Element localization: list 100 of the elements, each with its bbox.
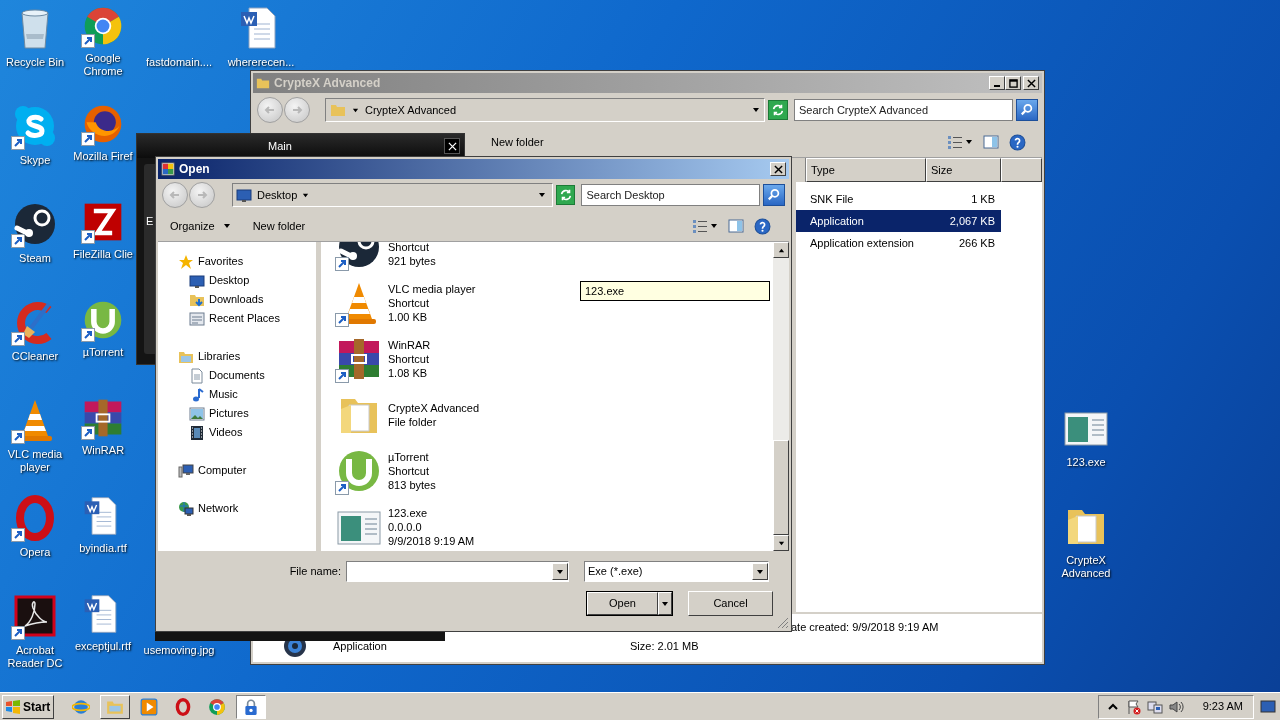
search-button[interactable] [763, 184, 785, 206]
caret-icon[interactable] [537, 191, 546, 199]
file-name[interactable]: µTorrent [388, 450, 436, 464]
toolbar-button[interactable]: New folder [246, 214, 312, 238]
help-icon[interactable] [1009, 133, 1026, 151]
file-name[interactable]: VLC media player [388, 282, 476, 296]
caret-icon[interactable] [965, 138, 973, 146]
icon-label[interactable]: CCleaner [11, 350, 59, 363]
scroll-up-button[interactable] [773, 242, 789, 258]
resize-grip-icon[interactable] [777, 617, 789, 629]
split-dropdown-button[interactable] [658, 592, 672, 615]
icon-label[interactable]: Opera [19, 546, 51, 559]
speaker-icon[interactable] [1167, 698, 1184, 715]
file-name-field[interactable] [346, 561, 569, 582]
nav-item[interactable]: Desktop [178, 271, 316, 290]
icon-label[interactable]: µTorrent [82, 346, 124, 359]
icon-label[interactable]: byindia.rtf [79, 542, 127, 555]
minimize-icon [994, 85, 1000, 87]
icon-label[interactable]: fastdomain.... [145, 56, 212, 69]
icon-label[interactable]: WinRAR [81, 444, 125, 457]
side-panel[interactable]: E [144, 164, 156, 354]
dropdown-button[interactable] [552, 563, 568, 580]
maximize-button[interactable] [1005, 76, 1021, 90]
cancel-button[interactable]: Cancel [688, 591, 773, 616]
scrollbar-thumb[interactable] [773, 440, 789, 535]
caret-icon[interactable] [222, 222, 231, 230]
scrollbar-track[interactable] [773, 242, 789, 551]
icon-label[interactable]: usemoving.jpg [143, 644, 215, 657]
view-options-icon[interactable] [692, 218, 708, 234]
address-bar[interactable]: Desktop [232, 183, 553, 207]
icon-label[interactable]: FileZilla Clie [73, 248, 133, 261]
file-name[interactable]: CrypteX Advanced [388, 401, 480, 415]
nav-item[interactable]: Computer [178, 461, 316, 480]
start-button[interactable]: Start [2, 694, 54, 719]
caret-icon[interactable] [661, 599, 669, 608]
nav-item[interactable]: Downloads [178, 290, 316, 309]
column-header[interactable]: Size [926, 158, 1001, 182]
icon-label[interactable]: Skype [19, 154, 51, 167]
caret-icon[interactable] [352, 106, 359, 114]
nav-item[interactable]: Videos [178, 423, 316, 442]
row-type: Application [810, 213, 865, 229]
caret-icon[interactable] [752, 106, 761, 114]
file-detail: Shortcut [388, 296, 430, 310]
nav-item[interactable]: Pictures [178, 404, 316, 423]
file-type-dropdown[interactable]: Exe (*.exe) [584, 561, 769, 582]
nav-item[interactable]: Favorites [178, 252, 316, 271]
search-field[interactable]: Search CrypteX Advanced [794, 99, 1014, 121]
refresh-button[interactable] [555, 185, 576, 205]
nav-item[interactable]: Recent Places [178, 309, 316, 328]
search-button[interactable] [1016, 99, 1038, 121]
app-icon [161, 162, 175, 176]
icon-label[interactable]: CrypteX Advanced [1050, 554, 1122, 580]
file-name[interactable]: 123.exe [388, 506, 475, 520]
preview-pane-icon[interactable] [728, 218, 744, 234]
address-bar[interactable]: CrypteX Advanced [325, 98, 766, 122]
nav-item[interactable]: Network [178, 499, 316, 518]
down-arrow-icon [777, 539, 785, 547]
icon-label[interactable]: VLC media player [0, 448, 70, 474]
file-detail: Shortcut [388, 464, 430, 478]
folder-icon [330, 102, 346, 118]
monitor-icon [236, 187, 252, 203]
close-button[interactable] [444, 138, 460, 154]
nav-item[interactable]: Documents [178, 366, 316, 385]
caret-icon[interactable] [710, 222, 718, 230]
window-icon [189, 310, 205, 327]
nav-item[interactable]: Music [178, 385, 316, 404]
minimize-button[interactable] [989, 76, 1005, 90]
file-name[interactable]: WinRAR [388, 338, 431, 352]
icon-label[interactable]: Steam [19, 252, 51, 265]
icon-label[interactable]: exceptjul.rtf [74, 640, 132, 653]
caret-icon[interactable] [756, 567, 764, 576]
refresh-button[interactable] [768, 100, 788, 120]
row-size: 266 KB [958, 235, 995, 251]
file-detail: 0.0.0.0 [388, 520, 423, 534]
nav-item[interactable]: Libraries [178, 347, 316, 366]
icon-label[interactable]: Acrobat Reader DC [0, 644, 70, 670]
file-row[interactable]: Application 2,067 KB [796, 210, 1001, 232]
help-icon[interactable] [754, 217, 771, 235]
taskbar-button[interactable] [236, 694, 266, 719]
caret-icon[interactable] [302, 191, 310, 199]
scroll-down-button[interactable] [773, 535, 789, 551]
dropdown-button[interactable] [752, 563, 768, 580]
toolbar-button[interactable]: New folder [485, 130, 550, 154]
network-icon[interactable] [1146, 698, 1163, 715]
flag-icon[interactable] [1125, 698, 1142, 715]
caret-icon[interactable] [556, 567, 564, 576]
show-desktop-button[interactable] [1258, 697, 1278, 716]
open-button[interactable]: Open [587, 592, 658, 615]
icon-label[interactable]: Recycle Bin [5, 56, 65, 69]
preview-pane-icon[interactable] [983, 134, 999, 150]
icon-label[interactable]: 123.exe [1066, 456, 1106, 469]
column-header[interactable]: Type [806, 158, 926, 182]
icon-label[interactable]: Mozilla Firef [73, 150, 133, 163]
picture-icon [189, 405, 205, 422]
toolbar-button[interactable]: Organize [164, 214, 237, 238]
search-field[interactable]: Search Desktop [581, 184, 761, 206]
date-created-text: ate created: 9/9/2018 9:19 AM [791, 621, 939, 633]
icon-label[interactable]: whererecen... [227, 56, 295, 69]
icon-label[interactable]: Google Chrome [70, 52, 136, 78]
view-options-icon[interactable] [947, 134, 963, 150]
